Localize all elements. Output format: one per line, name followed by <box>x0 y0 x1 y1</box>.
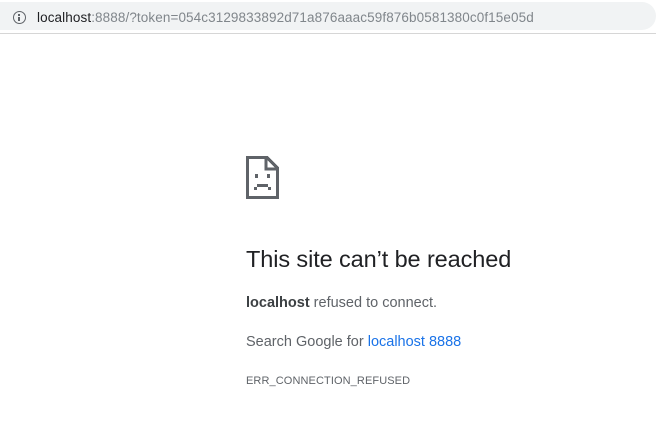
error-host: localhost <box>246 295 310 311</box>
search-suggestion: Search Google for localhost 8888 <box>246 334 461 350</box>
url-path: :8888/?token=054c3129833892d71a876aaac59… <box>91 10 534 25</box>
url-host: localhost <box>37 10 92 25</box>
error-refused-text: refused to connect. <box>309 295 438 311</box>
omnibox[interactable]: localhost:8888/?token=054c3129833892d71a… <box>0 2 656 30</box>
search-prefix: Search Google for <box>246 334 368 350</box>
address-bar: localhost:8888/?token=054c3129833892d71a… <box>0 0 656 34</box>
search-google-link[interactable]: localhost 8888 <box>368 334 462 350</box>
url-text[interactable]: localhost:8888/?token=054c3129833892d71a… <box>37 10 534 26</box>
sad-page-icon <box>246 156 279 199</box>
error-title: This site can’t be reached <box>246 246 512 272</box>
error-code: ERR_CONNECTION_REFUSED <box>246 375 411 387</box>
info-icon[interactable] <box>13 11 26 24</box>
error-message: localhost refused to connect. <box>246 295 437 311</box>
